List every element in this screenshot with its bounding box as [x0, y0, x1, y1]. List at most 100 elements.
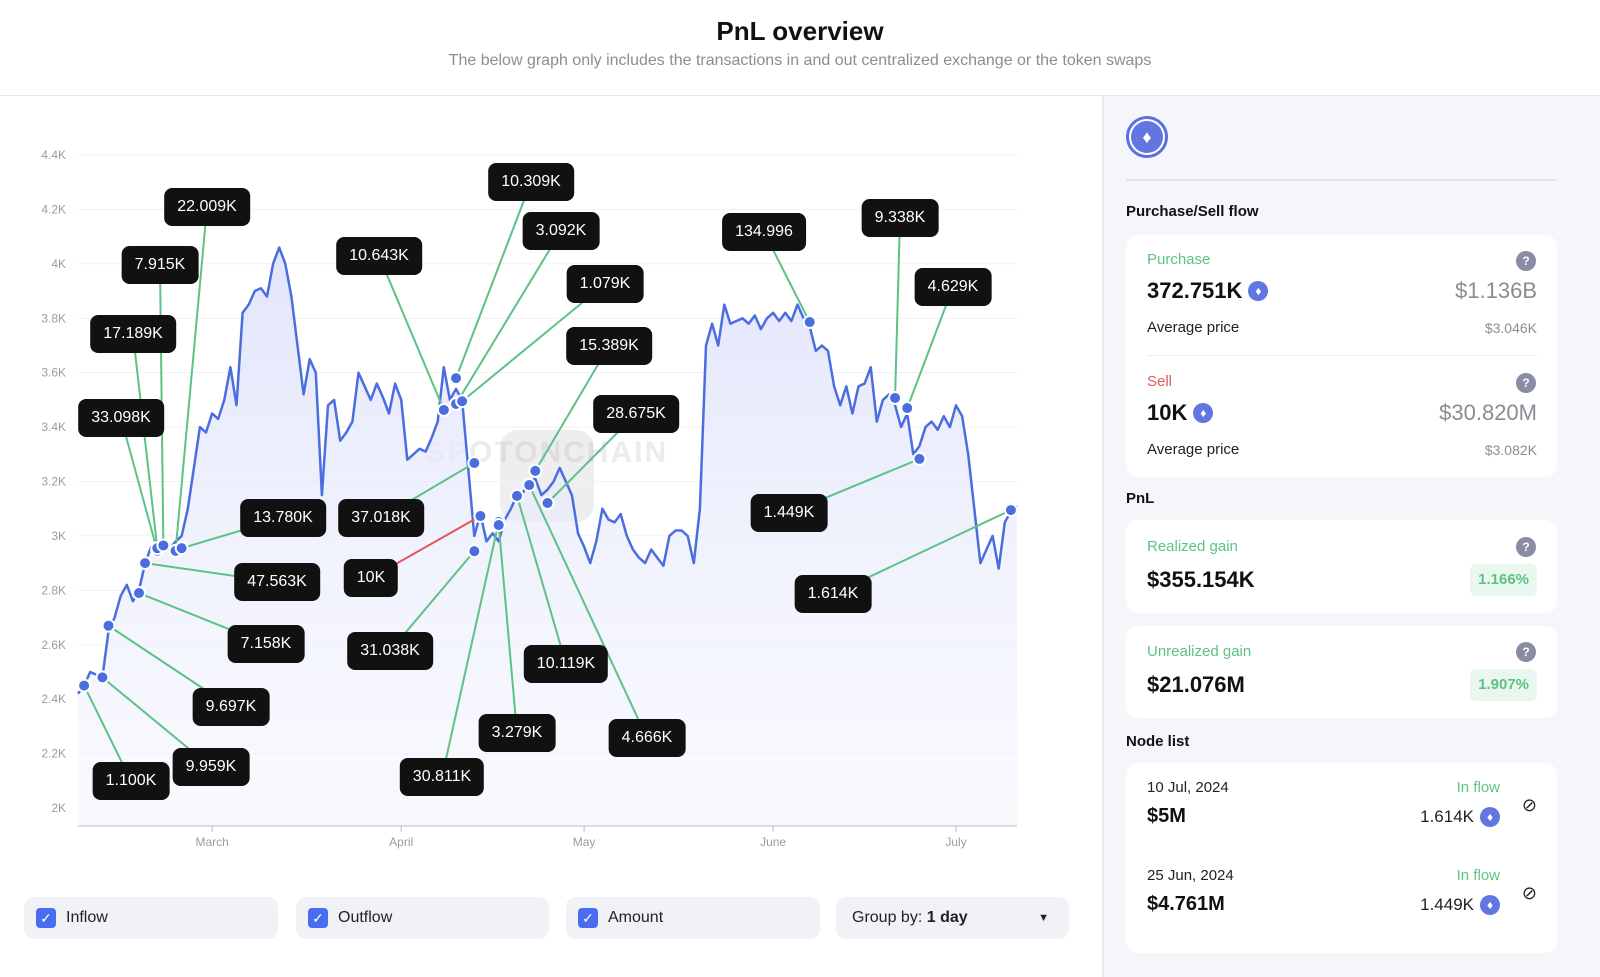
inflow-node-dot[interactable]	[528, 463, 543, 478]
y-tick-label: 2.2K	[41, 747, 66, 761]
y-tick-label: 3K	[51, 529, 66, 543]
purchase-amount: 372.751K ♦	[1147, 278, 1269, 304]
inflow-node-dot[interactable]	[156, 538, 171, 553]
eye-off-icon[interactable]: ⊘	[1522, 883, 1537, 904]
node-amount-label: 17.189K	[90, 315, 176, 353]
sell-avg-label: Average price	[1147, 441, 1240, 458]
inflow-node-dot[interactable]	[467, 544, 482, 559]
sell-avg-price: $3.082K	[1484, 442, 1537, 458]
list-item[interactable]: 10 Jul, 2024 In flow $5M 1.614K ♦ ⊘	[1126, 763, 1557, 853]
group-by-label: Group by:	[852, 909, 923, 926]
unrealized-gain-label: Unrealized gain	[1147, 643, 1252, 660]
inflow-node-dot[interactable]	[510, 488, 525, 503]
node-amount-label: 22.009K	[164, 188, 250, 226]
node-amount: 1.614K ♦	[1420, 807, 1500, 827]
node-amount-label: 1.614K	[794, 575, 872, 613]
divider	[1126, 179, 1557, 181]
inflow-node-dot[interactable]	[467, 455, 482, 470]
purchase-sell-title: Purchase/Sell flow	[1126, 203, 1259, 220]
node-amount-label: 134.996	[722, 213, 806, 251]
chart-area: SPOTONCHAIN 2K2.2K2.4K2.6K2.8K3K3.2K3.4K…	[0, 96, 1102, 977]
inflow-node-dot[interactable]	[491, 518, 506, 533]
node-usd: $5M	[1147, 805, 1186, 827]
node-amount-label: 13.780K	[240, 499, 326, 537]
node-amount-label: 7.158K	[227, 625, 305, 663]
node-amount-label: 1.100K	[92, 762, 170, 800]
help-icon[interactable]: ?	[1516, 373, 1536, 393]
purchase-sell-card: Purchase ? 372.751K ♦ $1.136B Average pri…	[1126, 235, 1557, 477]
inflow-connector	[132, 333, 159, 549]
purchase-avg-price: $3.046K	[1484, 320, 1537, 336]
inflow-node-dot[interactable]	[95, 670, 110, 685]
node-amount-label: 10.643K	[336, 237, 422, 275]
node-amount-label: 9.959K	[172, 748, 250, 786]
node-list: 10 Jul, 2024 In flow $5M 1.614K ♦ ⊘ 25 Ju…	[1126, 763, 1557, 953]
node-amount-label: 9.338K	[861, 199, 939, 237]
group-by-select[interactable]: Group by: 1 day ▼	[836, 897, 1069, 939]
inflow-connector	[455, 230, 562, 405]
inflow-connector	[894, 217, 901, 398]
inflow-node-dot[interactable]	[888, 390, 903, 405]
node-amount-label: 10.309K	[488, 163, 574, 201]
x-tick-label: May	[573, 835, 596, 849]
help-icon[interactable]: ?	[1516, 537, 1536, 557]
node-amount-label: 10K	[343, 559, 399, 597]
ethereum-icon: ♦	[1248, 281, 1269, 301]
inflow-checkbox[interactable]: ✓	[36, 908, 56, 928]
inflow-node-dot[interactable]	[77, 678, 92, 693]
inflow-connector	[455, 181, 532, 379]
y-tick-label: 2.6K	[41, 638, 66, 652]
inflow-node-dot[interactable]	[101, 618, 116, 633]
inflow-node-dot[interactable]	[522, 478, 537, 493]
node-amount-label: 4.629K	[914, 268, 992, 306]
unrealized-gain-value: $21.076M	[1147, 672, 1245, 697]
inflow-node-dot[interactable]	[436, 402, 451, 417]
node-type: In flow	[1456, 779, 1500, 796]
inflow-node-dot[interactable]	[1003, 503, 1018, 518]
inflow-label: Inflow	[66, 909, 108, 926]
inflow-node-dot[interactable]	[449, 371, 464, 386]
pnl-chart: 2K 2.2K 2.4K 2.6K 2.8K 3K 3.2K 3.4K 3.6K 3.8K 4K 4.…	[41, 148, 1018, 849]
node-amount-label: 1.449K	[750, 494, 828, 532]
ethereum-icon: ♦	[1126, 116, 1168, 158]
node-amount-label: 10.119K	[523, 645, 609, 683]
x-tick-label: July	[945, 835, 966, 849]
node-amount-label: 30.811K	[399, 758, 485, 796]
unrealized-gain-card: Unrealized gain ? $21.076M 1.907%	[1126, 626, 1557, 718]
node-amount-label: 31.038K	[347, 632, 433, 670]
inflow-node-dot[interactable]	[174, 541, 189, 556]
amount-checkbox[interactable]: ✓	[578, 908, 598, 928]
y-tick-label: 4.4K	[41, 148, 66, 162]
unrealized-gain-percent: 1.907%	[1470, 669, 1537, 701]
inflow-toggle[interactable]: ✓ Inflow	[24, 897, 278, 939]
node-amount-label: 3.279K	[478, 714, 556, 752]
inflow-node-dot[interactable]	[540, 495, 555, 510]
node-amount-label: 7.915K	[121, 246, 199, 284]
amount-label: Amount	[608, 909, 664, 926]
node-amount-label: 4.666K	[608, 719, 686, 757]
y-tick-label: 2.8K	[41, 583, 66, 597]
x-tick-label: June	[760, 835, 786, 849]
node-amount-label: 3.092K	[522, 212, 600, 250]
help-icon[interactable]: ?	[1516, 642, 1536, 662]
outflow-checkbox[interactable]: ✓	[308, 908, 328, 928]
outflow-toggle[interactable]: ✓ Outflow	[296, 897, 549, 939]
inflow-node-dot[interactable]	[131, 586, 146, 601]
help-icon[interactable]: ?	[1516, 251, 1536, 271]
outflow-node-dot[interactable]	[473, 509, 488, 524]
inflow-node-dot[interactable]	[900, 401, 915, 416]
node-usd: $4.761M	[1147, 893, 1225, 915]
inflow-node-dot[interactable]	[912, 451, 927, 466]
ethereum-icon: ♦	[1480, 895, 1500, 915]
node-date: 25 Jun, 2024	[1147, 867, 1234, 884]
inflow-node-dot[interactable]	[455, 394, 470, 409]
list-item[interactable]: 25 Jun, 2024 In flow $4.761M 1.449K ♦ ⊘	[1126, 853, 1557, 943]
inflow-node-dot[interactable]	[138, 556, 153, 571]
eye-off-icon[interactable]: ⊘	[1522, 795, 1537, 816]
node-amount-label: 28.675K	[593, 395, 679, 433]
x-tick-label: March	[195, 835, 228, 849]
inflow-node-dot[interactable]	[802, 315, 817, 330]
amount-toggle[interactable]: ✓ Amount	[566, 897, 820, 939]
node-amount-label: 1.079K	[566, 265, 644, 303]
divider	[1147, 355, 1537, 356]
